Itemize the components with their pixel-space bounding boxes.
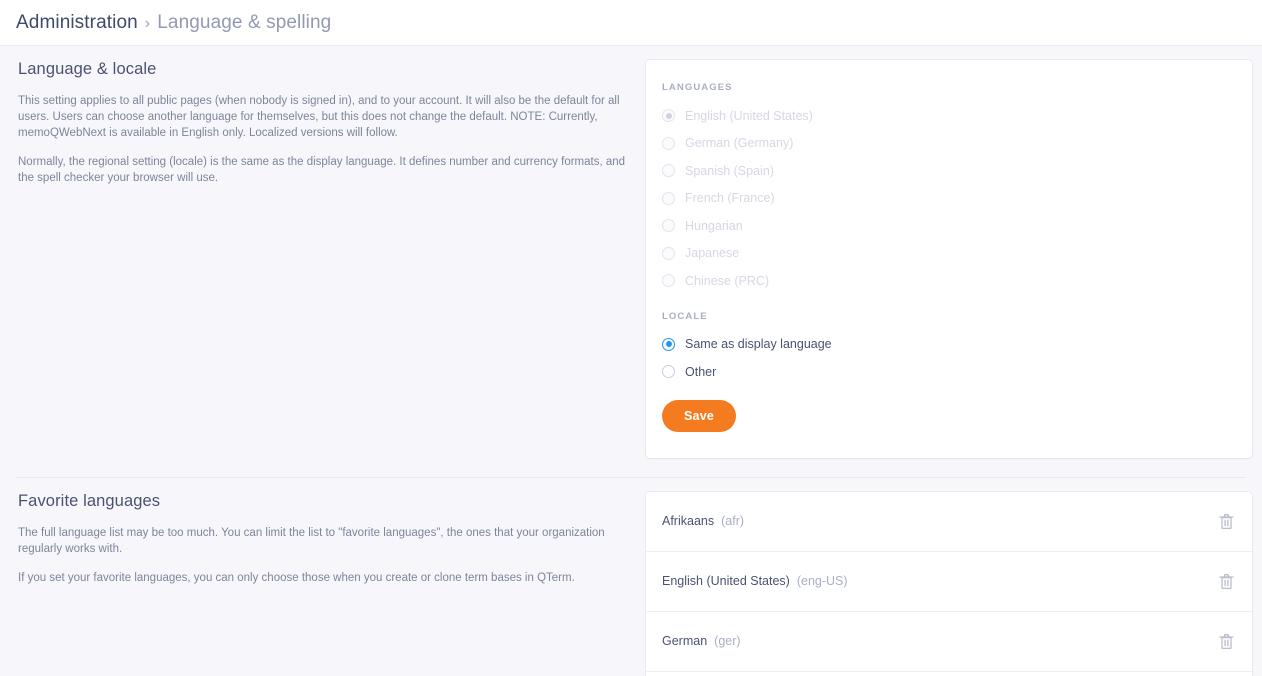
language-locale-card-wrap: LANGUAGES English (United States) German … — [646, 46, 1252, 458]
favorite-language-code: (afr) — [721, 514, 745, 528]
languages-group-label: LANGUAGES — [662, 82, 733, 93]
save-button[interactable]: Save — [662, 399, 736, 432]
locale-group-label: LOCALE — [662, 310, 708, 322]
language-option-label-5: Japanese — [685, 246, 740, 261]
favorite-languages-paragraph-2: If you set your favorite languages, you … — [18, 571, 575, 584]
breadcrumb-current-language-spelling: Language & spelling — [157, 11, 332, 33]
languages-radio-group: English (United States) German (Germany) S… — [646, 102, 1252, 295]
language-locale-title: Language & locale — [18, 60, 157, 78]
language-option-label-1: German (Germany) — [685, 136, 794, 151]
favorite-language-row[interactable] — [646, 671, 1252, 676]
language-option-label-3: French (France) — [685, 191, 775, 206]
language-radio-icon-2 — [662, 164, 675, 178]
language-radio-icon-6 — [662, 274, 675, 288]
language-option-label-2: Spanish (Spain) — [685, 163, 774, 178]
language-locale-description: Language & locale This setting applies t… — [16, 46, 646, 186]
favorite-language-name: English (United States) — [662, 574, 790, 588]
favorite-language-row[interactable]: German (ger) — [646, 611, 1252, 672]
language-option-6: Chinese (PRC) — [646, 267, 1252, 295]
language-radio-icon-4 — [662, 219, 675, 233]
favorite-language-row[interactable]: English (United States) (eng-US) — [646, 551, 1252, 612]
favorite-language-row[interactable]: Afrikaans (afr) — [646, 491, 1252, 552]
favorite-languages-description: Favorite languages The full language lis… — [16, 478, 646, 586]
favorite-language-name: German — [662, 634, 708, 648]
language-option-label-6: Chinese (PRC) — [685, 273, 770, 288]
trash-icon[interactable] — [1219, 633, 1234, 650]
language-option-label-0: English (United States) — [685, 108, 813, 123]
language-radio-icon-0 — [662, 109, 675, 123]
favorite-language-code: (eng-US) — [796, 574, 848, 588]
section-language-locale: Language & locale This setting applies t… — [0, 46, 1262, 458]
breadcrumb-root-administration[interactable]: Administration — [16, 12, 138, 34]
locale-option-label-1: Other — [685, 364, 717, 379]
trash-icon[interactable] — [1219, 513, 1234, 530]
breadcrumb: Administration › Language & spelling — [16, 12, 331, 34]
trash-icon[interactable] — [1219, 573, 1234, 590]
favorite-languages-card-wrap: Afrikaans (afr) English (United States) (en… — [646, 478, 1252, 676]
language-option-2: Spanish (Spain) — [646, 157, 1252, 185]
language-option-4: Hungarian — [646, 212, 1252, 240]
language-locale-paragraph-1: This setting applies to all public pages… — [18, 95, 620, 139]
delete-favorite-language-button[interactable] — [1219, 513, 1234, 530]
page-body: Language & locale This setting applies t… — [0, 46, 1262, 676]
language-locale-paragraph-2: Normally, the regional setting (locale) … — [18, 156, 626, 184]
language-option-0: English (United States) — [646, 102, 1252, 130]
locale-option-label-0: Same as display language — [685, 337, 832, 352]
language-option-3: French (France) — [646, 185, 1252, 213]
section-favorite-languages: Favorite languages The full language lis… — [0, 478, 1262, 676]
language-radio-icon-3 — [662, 191, 675, 205]
language-radio-icon-5 — [662, 246, 675, 260]
delete-favorite-language-button[interactable] — [1219, 633, 1234, 650]
locale-radio-icon-1[interactable] — [662, 365, 675, 379]
language-option-1: German (Germany) — [646, 130, 1252, 158]
language-option-label-4: Hungarian — [685, 218, 743, 233]
locale-radio-icon-0[interactable] — [662, 337, 675, 351]
favorite-languages-title: Favorite languages — [18, 491, 161, 510]
delete-favorite-language-button[interactable] — [1219, 573, 1234, 590]
locale-option-0[interactable]: Same as display language — [646, 331, 1252, 359]
breadcrumb-separator-icon: › — [144, 14, 151, 32]
favorite-languages-paragraph-1: The full language list may be too much. … — [18, 526, 605, 555]
language-locale-card: LANGUAGES English (United States) German … — [646, 60, 1252, 458]
locale-radio-group: Same as display language Other — [646, 331, 1252, 386]
locale-option-1[interactable]: Other — [646, 358, 1252, 386]
favorite-language-code: (ger) — [714, 634, 741, 648]
favorite-language-name: Afrikaans — [662, 514, 715, 528]
top-header-bar: Administration › Language & spelling — [0, 0, 1262, 46]
language-option-5: Japanese — [646, 240, 1252, 268]
favorite-languages-list: Afrikaans (afr) English (United States) (en… — [646, 491, 1252, 676]
language-radio-icon-1 — [662, 136, 675, 150]
